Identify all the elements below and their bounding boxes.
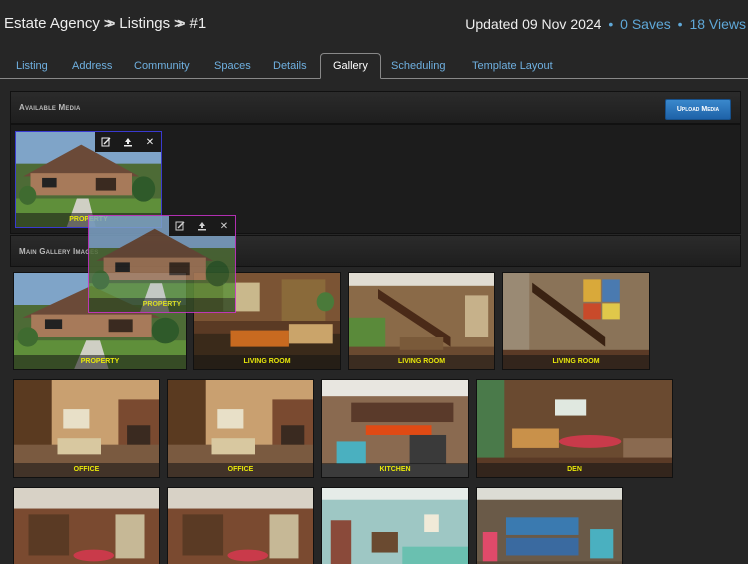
gallery-item[interactable]: OFFICE bbox=[13, 379, 160, 478]
chevron-double-right-icon: >> bbox=[103, 15, 116, 31]
tab-template-layout[interactable]: Template Layout bbox=[472, 60, 553, 72]
tab-details[interactable]: Details bbox=[273, 60, 307, 72]
available-media-title: Available Media bbox=[19, 103, 81, 112]
publish-button[interactable] bbox=[191, 216, 213, 236]
tab-spaces[interactable]: Spaces bbox=[214, 60, 251, 72]
gallery-caption: LIVING ROOM bbox=[349, 355, 494, 369]
bedroom-photo bbox=[322, 488, 468, 564]
remove-button[interactable]: ✕ bbox=[213, 216, 235, 236]
gallery-caption: OFFICE bbox=[14, 463, 159, 477]
tab-scheduling[interactable]: Scheduling bbox=[391, 60, 445, 72]
breadcrumb-current: #1 bbox=[189, 15, 207, 32]
gallery-caption: KITCHEN bbox=[322, 463, 468, 477]
saves-link[interactable]: 0 Saves bbox=[620, 16, 671, 32]
gallery-item[interactable]: OFFICE bbox=[167, 379, 314, 478]
edit-icon bbox=[175, 221, 185, 231]
listing-gallery-page: { "header": { "breadcrumb": ["Estate Age… bbox=[0, 0, 748, 564]
breadcrumb-agency[interactable]: Estate Agency bbox=[4, 15, 100, 32]
gallery-item[interactable]: LIVING ROOM bbox=[348, 272, 495, 370]
breadcrumb: Estate Agency >> Listings >> #1 bbox=[4, 15, 206, 32]
gallery-item[interactable] bbox=[167, 487, 314, 564]
tab-address[interactable]: Address bbox=[72, 60, 112, 72]
updated-date: Updated 09 Nov 2024 bbox=[465, 16, 602, 32]
close-icon: ✕ bbox=[145, 136, 155, 148]
gallery-item[interactable]: DEN bbox=[476, 379, 673, 478]
bedroom-photo bbox=[477, 488, 622, 564]
main-gallery-title: Main Gallery Images bbox=[19, 247, 99, 256]
dragging-media-item[interactable]: PROPERTY ✕ bbox=[88, 215, 236, 313]
media-caption: PROPERTY bbox=[89, 298, 235, 312]
close-icon: ✕ bbox=[219, 220, 229, 232]
gallery-item[interactable] bbox=[13, 487, 160, 564]
gallery-caption: DEN bbox=[477, 463, 672, 477]
publish-button[interactable] bbox=[117, 132, 139, 152]
gallery-item[interactable]: LIVING ROOM bbox=[502, 272, 650, 370]
upload-icon bbox=[197, 221, 207, 231]
tab-bar: Listing Address Community Spaces Details… bbox=[0, 53, 748, 79]
edit-button[interactable] bbox=[169, 216, 191, 236]
edit-button[interactable] bbox=[95, 132, 117, 152]
gallery-item[interactable] bbox=[321, 487, 469, 564]
separator-dot: • bbox=[677, 16, 683, 32]
tab-community[interactable]: Community bbox=[134, 60, 190, 72]
listing-meta: Updated 09 Nov 2024 • 0 Saves • 18 Views bbox=[465, 16, 746, 32]
gallery-item[interactable] bbox=[476, 487, 623, 564]
gallery-caption: LIVING ROOM bbox=[503, 355, 649, 369]
separator-dot: • bbox=[608, 16, 614, 32]
available-media-header: Available Media Upload Media bbox=[10, 91, 741, 124]
tab-gallery[interactable]: Gallery bbox=[320, 53, 381, 79]
views-link[interactable]: 18 Views bbox=[689, 16, 746, 32]
edit-icon bbox=[101, 137, 111, 147]
breadcrumb-listings[interactable]: Listings bbox=[119, 15, 170, 32]
gallery-item[interactable]: KITCHEN bbox=[321, 379, 469, 478]
page-header: Estate Agency >> Listings >> #1 Updated 09 N… bbox=[0, 0, 748, 48]
media-toolbar: ✕ bbox=[95, 132, 161, 152]
chevron-double-right-icon: >> bbox=[174, 15, 186, 31]
gallery-caption: OFFICE bbox=[168, 463, 313, 477]
gallery-caption: PROPERTY bbox=[14, 355, 186, 369]
room-photo bbox=[14, 488, 159, 564]
upload-icon bbox=[123, 137, 133, 147]
room-photo bbox=[168, 488, 313, 564]
tab-listing[interactable]: Listing bbox=[16, 60, 48, 72]
upload-media-button[interactable]: Upload Media bbox=[665, 99, 731, 120]
available-media-item[interactable]: PROPERTY ✕ bbox=[15, 131, 162, 228]
media-toolbar: ✕ bbox=[169, 216, 235, 236]
remove-button[interactable]: ✕ bbox=[139, 132, 161, 152]
gallery-caption: LIVING ROOM bbox=[194, 355, 340, 369]
